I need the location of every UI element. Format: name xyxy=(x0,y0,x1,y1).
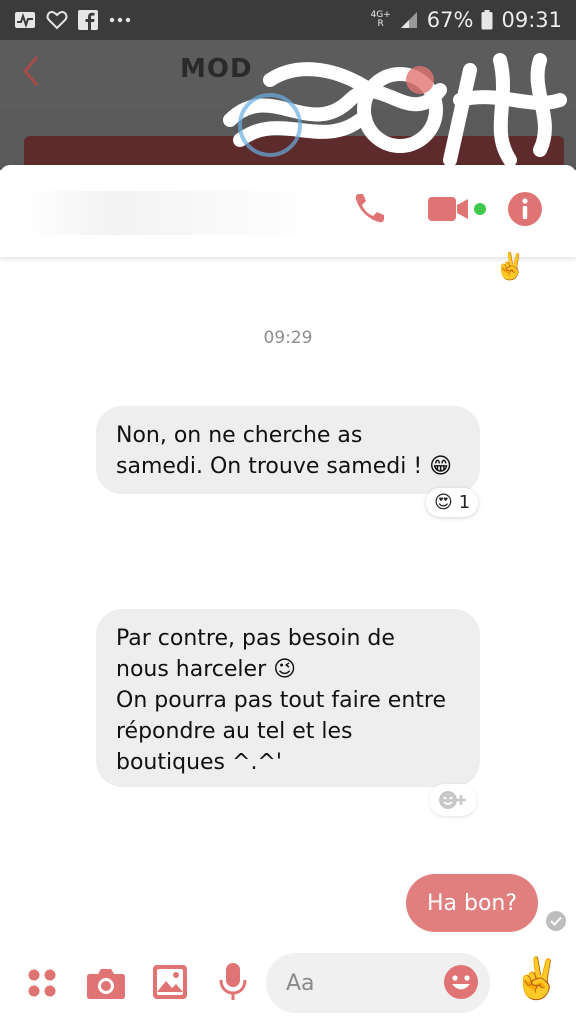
microphone-icon[interactable] xyxy=(218,962,248,1006)
heart-eyes-emoji: 😍 xyxy=(434,492,453,513)
online-status-dot xyxy=(474,203,486,215)
add-reaction-icon xyxy=(439,791,466,809)
apps-grid-icon[interactable] xyxy=(26,967,58,1003)
signal-icon xyxy=(399,10,419,30)
message-line: boutiques ^.^' xyxy=(116,750,282,775)
battery-icon xyxy=(481,10,493,30)
incoming-message[interactable]: Non, on ne cherche as samedi. On trouve … xyxy=(96,406,480,494)
chevron-left-icon xyxy=(22,54,40,97)
peace-hand-icon[interactable]: ✌️ xyxy=(512,955,562,1002)
status-bar: 4G+ R 67% 09:31 xyxy=(0,0,576,40)
info-icon[interactable] xyxy=(508,192,542,230)
delivered-check-icon xyxy=(546,911,566,931)
message-line: samedi. On trouve samedi ! 😁 xyxy=(116,454,453,479)
more-dots-icon xyxy=(108,16,132,24)
heart-icon xyxy=(46,10,68,30)
message-timestamp: 09:29 xyxy=(263,328,313,348)
message-reaction[interactable]: 😍 1 xyxy=(426,488,479,517)
redaction-scribble xyxy=(223,53,567,167)
peace-hand-reaction: ✌️ xyxy=(494,252,527,282)
facebook-icon xyxy=(78,10,98,30)
emoji-icon[interactable] xyxy=(443,964,479,1004)
activity-icon xyxy=(14,11,36,29)
camera-icon[interactable] xyxy=(86,966,126,1004)
outgoing-message[interactable]: Ha bon? xyxy=(406,874,538,932)
network-type: 4G+ R xyxy=(370,10,391,29)
incoming-message[interactable]: Par contre, pas besoin de nous harceler … xyxy=(96,609,480,787)
message-line: On pourra pas tout faire entre xyxy=(116,688,446,713)
reaction-count: 1 xyxy=(458,492,471,513)
message-line: Non, on ne cherche as xyxy=(116,423,363,448)
clock: 09:31 xyxy=(501,8,562,32)
message-line: nous harceler 😉 xyxy=(116,657,297,682)
video-camera-icon[interactable] xyxy=(428,194,470,228)
message-line: Par contre, pas besoin de xyxy=(116,626,395,651)
add-reaction-button[interactable] xyxy=(430,784,476,816)
contact-name-redacted xyxy=(22,191,322,235)
message-line: répondre au tel et les xyxy=(116,719,353,744)
chat-header xyxy=(0,165,576,257)
battery-percent: 67% xyxy=(426,8,474,32)
phone-icon[interactable] xyxy=(352,190,388,230)
image-icon[interactable] xyxy=(152,964,188,1004)
